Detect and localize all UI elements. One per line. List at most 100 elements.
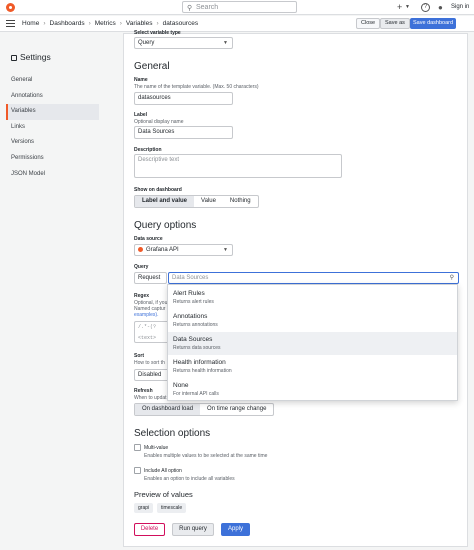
multi-value-label: Multi-value (144, 445, 169, 451)
multi-value-description: Enables multiple values to be selected a… (144, 453, 268, 459)
label-label: Label (134, 112, 148, 118)
chevron-down-icon[interactable]: ▼ (405, 4, 410, 10)
sidebar-item-general[interactable]: General (6, 73, 99, 89)
search-icon: ⚲ (187, 5, 193, 12)
refresh-radio: On dashboard load On time range change (134, 403, 275, 416)
option-title: Alert Rules (173, 290, 205, 297)
settings-icon (11, 55, 17, 61)
name-input[interactable]: datasources (134, 92, 233, 105)
query-request-placeholder: Data Sources (172, 275, 209, 281)
refresh-description: When to updat (134, 395, 167, 401)
query-label: Query (134, 264, 149, 270)
close-button[interactable]: Close (356, 18, 381, 29)
news-icon[interactable]: ● (438, 3, 443, 12)
sign-in-link[interactable]: Sign in (451, 4, 469, 10)
sidebar-item-variables[interactable]: Variables (6, 104, 99, 120)
data-source-value: Grafana API (146, 247, 179, 253)
option-title: Annotations (173, 313, 208, 320)
sidebar-item-annotations[interactable]: Annotations (6, 89, 99, 105)
breadcrumb-variables[interactable]: Variables (126, 20, 153, 27)
name-description: The name of the template variable. (Max.… (134, 84, 259, 90)
name-label: Name (134, 77, 148, 83)
refresh-on-time-range-option[interactable]: On time range change (200, 404, 273, 415)
general-heading: General (134, 61, 170, 72)
dropdown-option-none[interactable]: None For internal API calls (168, 378, 457, 401)
run-query-button[interactable]: Run query (172, 523, 214, 536)
data-source-label: Data source (134, 236, 163, 242)
variable-type-value: Query (138, 40, 155, 46)
breadcrumb-bar: Home › Dashboards › Metrics › Variables › dataso… (0, 16, 474, 32)
option-description: Returns annotations (173, 322, 218, 328)
settings-title: Settings (11, 52, 51, 62)
option-title: None (173, 382, 189, 389)
delete-button[interactable]: Delete (134, 523, 165, 536)
sidebar-item-versions[interactable]: Versions (6, 135, 99, 151)
dropdown-option-annotations[interactable]: Annotations Returns annotations (168, 309, 457, 332)
option-title: Health information (173, 359, 226, 366)
breadcrumb: Home › Dashboards › Metrics › Variables › dataso… (22, 20, 199, 27)
include-all-description: Enables an option to include all variabl… (144, 476, 235, 482)
breadcrumb-dashboards[interactable]: Dashboards (50, 20, 85, 27)
variable-type-select[interactable]: Query ▼ (134, 37, 233, 49)
description-textarea[interactable]: Descriptive text (134, 154, 342, 178)
chevron-down-icon: ▼ (223, 40, 228, 46)
sort-value: Disabled (138, 372, 162, 378)
top-navbar: ⚲ Search + ▼ ? ● Sign in (0, 0, 474, 15)
label-input[interactable]: Data Sources (134, 126, 233, 139)
search-input[interactable]: ⚲ Search (182, 1, 297, 13)
help-icon[interactable]: ? (421, 3, 430, 12)
breadcrumb-home[interactable]: Home (22, 20, 39, 27)
label-description: Optional display name (134, 119, 184, 125)
grafana-datasource-icon (138, 246, 143, 252)
query-type-value: Request (138, 275, 161, 281)
include-all-label: Include All option (144, 468, 182, 474)
save-as-button[interactable]: Save as (380, 18, 410, 29)
show-on-dashboard-label: Show on dashboard (134, 187, 182, 193)
chevron-down-icon: ▼ (223, 247, 228, 253)
preview-value-chip: timescale (157, 503, 187, 513)
query-request-select[interactable]: Data Sources ⚲ (168, 272, 459, 284)
show-value-option[interactable]: Value (194, 196, 223, 207)
data-source-select[interactable]: Grafana API ▼ (134, 244, 233, 256)
sidebar-item-permissions[interactable]: Permissions (6, 151, 99, 167)
menu-icon[interactable] (6, 20, 15, 27)
selection-options-heading: Selection options (134, 428, 211, 439)
query-type-select[interactable]: Request (134, 272, 167, 284)
search-icon: ⚲ (449, 275, 454, 281)
variable-type-label: Select variable type (134, 30, 181, 36)
option-description: Returns alert rules (173, 299, 214, 305)
breadcrumb-current: datasources (162, 20, 199, 27)
show-on-dashboard-radio: Label and value Value Nothing (134, 195, 259, 208)
query-options-heading: Query options (134, 220, 197, 231)
sidebar-item-links[interactable]: Links (6, 120, 99, 136)
query-request-dropdown: Alert Rules Returns alert rules Annotati… (167, 284, 458, 401)
refresh-on-load-option[interactable]: On dashboard load (135, 404, 201, 415)
refresh-label: Refresh (134, 388, 153, 394)
show-label-and-value-option[interactable]: Label and value (135, 196, 195, 207)
sort-label: Sort (134, 353, 144, 359)
dropdown-option-alert-rules[interactable]: Alert Rules Returns alert rules (168, 286, 457, 309)
save-dashboard-button[interactable]: Save dashboard (410, 18, 457, 29)
apply-button[interactable]: Apply (221, 523, 250, 536)
search-placeholder: Search (196, 4, 219, 11)
show-nothing-option[interactable]: Nothing (223, 196, 258, 207)
sidebar-item-json-model[interactable]: JSON Model (6, 167, 99, 183)
dropdown-option-data-sources[interactable]: Data Sources Returns data sources (168, 332, 457, 355)
breadcrumb-metrics[interactable]: Metrics (95, 20, 116, 27)
option-description: For internal API calls (173, 391, 219, 397)
option-description: Returns data sources (173, 345, 221, 351)
settings-title-text: Settings (20, 52, 51, 62)
option-title: Data Sources (173, 336, 213, 343)
sort-description: How to sort th (134, 360, 165, 366)
grafana-logo-icon[interactable] (6, 3, 15, 12)
multi-value-checkbox[interactable] (134, 444, 141, 451)
dropdown-option-health-information[interactable]: Health information Returns health inform… (168, 355, 457, 378)
preview-value-chip: grapi (134, 503, 154, 513)
include-all-checkbox[interactable] (134, 467, 141, 474)
option-description: Returns health information (173, 368, 232, 374)
description-label: Description (134, 147, 162, 153)
regex-examples-link[interactable]: examples). (134, 312, 158, 318)
settings-nav: General Annotations Variables Links Vers… (6, 73, 99, 182)
preview-heading: Preview of values (134, 490, 193, 499)
add-icon[interactable]: + (397, 2, 402, 12)
